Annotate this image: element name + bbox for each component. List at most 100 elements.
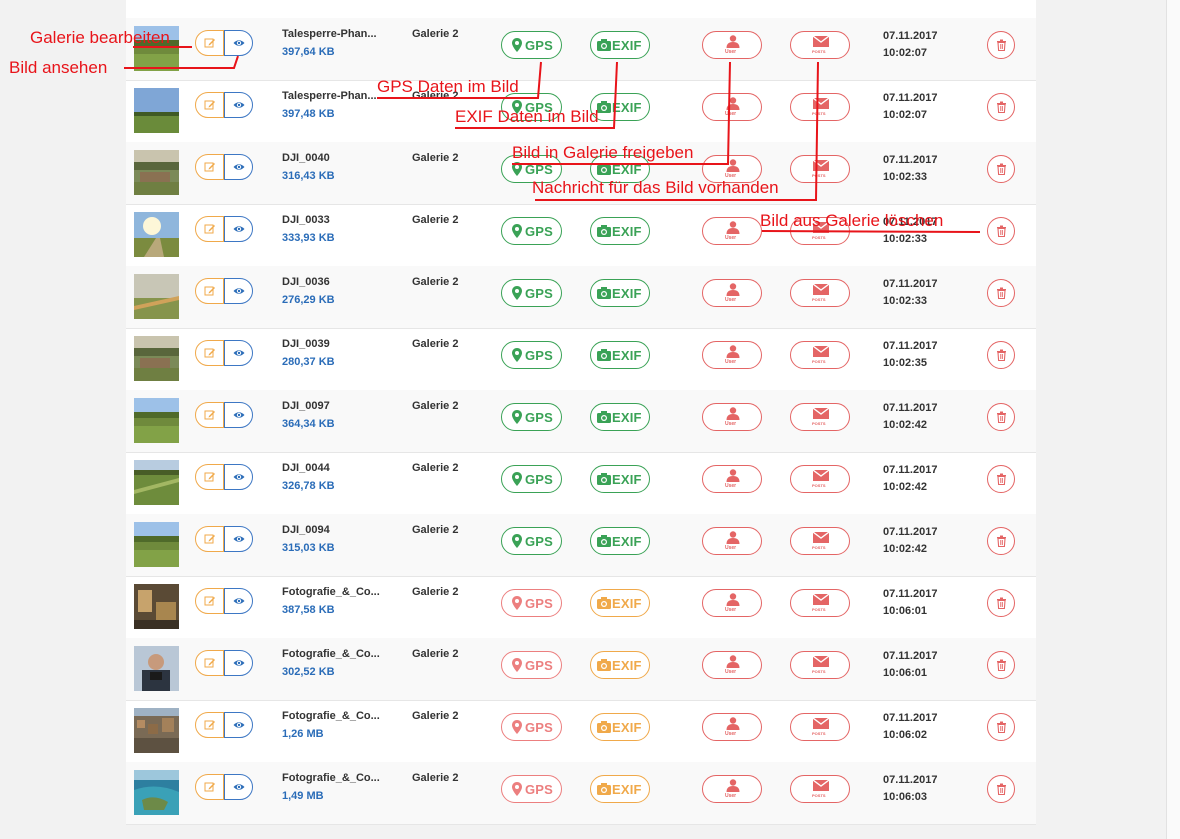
- share-user-button[interactable]: User: [702, 31, 762, 59]
- delete-button[interactable]: [987, 651, 1015, 679]
- exif-badge[interactable]: EXIF: [590, 217, 650, 245]
- share-user-button[interactable]: User: [702, 713, 762, 741]
- exif-badge[interactable]: EXIF: [590, 589, 650, 617]
- exif-badge[interactable]: EXIF: [590, 279, 650, 307]
- edit-gallery-button[interactable]: [195, 402, 224, 428]
- message-posts-button[interactable]: POSTS: [790, 155, 850, 183]
- view-image-button[interactable]: [224, 464, 253, 490]
- exif-badge[interactable]: EXIF: [590, 31, 650, 59]
- message-posts-button[interactable]: POSTS: [790, 465, 850, 493]
- gps-badge[interactable]: GPS: [501, 217, 562, 245]
- delete-button[interactable]: [987, 527, 1015, 555]
- delete-button[interactable]: [987, 403, 1015, 431]
- view-image-button[interactable]: [224, 216, 253, 242]
- upload-timestamp: 07.11.2017 10:02:33: [883, 276, 937, 310]
- gps-badge[interactable]: GPS: [501, 527, 562, 555]
- edit-gallery-button[interactable]: [195, 464, 224, 490]
- edit-gallery-button[interactable]: [195, 526, 224, 552]
- message-posts-button[interactable]: POSTS: [790, 589, 850, 617]
- edit-gallery-button[interactable]: [195, 154, 224, 180]
- edit-gallery-button[interactable]: [195, 588, 224, 614]
- share-user-button[interactable]: User: [702, 403, 762, 431]
- exif-badge[interactable]: EXIF: [590, 465, 650, 493]
- gps-badge[interactable]: GPS: [501, 589, 562, 617]
- exif-badge[interactable]: EXIF: [590, 93, 650, 121]
- image-thumbnail[interactable]: [134, 584, 179, 629]
- share-user-button[interactable]: User: [702, 527, 762, 555]
- gps-badge[interactable]: GPS: [501, 279, 562, 307]
- exif-badge[interactable]: EXIF: [590, 341, 650, 369]
- message-posts-button[interactable]: POSTS: [790, 93, 850, 121]
- view-image-button[interactable]: [224, 92, 253, 118]
- image-thumbnail[interactable]: [134, 770, 179, 815]
- gps-badge[interactable]: GPS: [501, 775, 562, 803]
- message-posts-button[interactable]: POSTS: [790, 713, 850, 741]
- exif-badge[interactable]: EXIF: [590, 713, 650, 741]
- share-user-button[interactable]: User: [702, 465, 762, 493]
- delete-button[interactable]: [987, 775, 1015, 803]
- message-posts-button[interactable]: POSTS: [790, 775, 850, 803]
- edit-gallery-button[interactable]: [195, 216, 224, 242]
- share-user-button[interactable]: User: [702, 279, 762, 307]
- delete-button[interactable]: [987, 465, 1015, 493]
- message-posts-button[interactable]: POSTS: [790, 279, 850, 307]
- delete-button[interactable]: [987, 31, 1015, 59]
- gps-badge[interactable]: GPS: [501, 465, 562, 493]
- image-thumbnail[interactable]: [134, 274, 179, 319]
- share-user-button[interactable]: User: [702, 651, 762, 679]
- message-posts-button[interactable]: POSTS: [790, 31, 850, 59]
- gps-badge[interactable]: GPS: [501, 713, 562, 741]
- gps-badge[interactable]: GPS: [501, 403, 562, 431]
- image-thumbnail[interactable]: [134, 522, 179, 567]
- view-image-button[interactable]: [224, 30, 253, 56]
- gps-badge[interactable]: GPS: [501, 31, 562, 59]
- image-thumbnail[interactable]: [134, 336, 179, 381]
- view-image-button[interactable]: [224, 340, 253, 366]
- edit-gallery-button[interactable]: [195, 30, 224, 56]
- exif-badge[interactable]: EXIF: [590, 775, 650, 803]
- share-user-button[interactable]: User: [702, 341, 762, 369]
- edit-gallery-button[interactable]: [195, 712, 224, 738]
- view-image-button[interactable]: [224, 774, 253, 800]
- image-thumbnail[interactable]: [134, 708, 179, 753]
- edit-gallery-button[interactable]: [195, 340, 224, 366]
- share-user-button[interactable]: User: [702, 589, 762, 617]
- scrollbar-track[interactable]: [1166, 0, 1180, 839]
- delete-button[interactable]: [987, 589, 1015, 617]
- share-user-button[interactable]: User: [702, 775, 762, 803]
- edit-gallery-button[interactable]: [195, 650, 224, 676]
- view-image-button[interactable]: [224, 402, 253, 428]
- image-thumbnail[interactable]: [134, 212, 179, 257]
- exif-badge[interactable]: EXIF: [590, 527, 650, 555]
- delete-button[interactable]: [987, 217, 1015, 245]
- image-thumbnail[interactable]: [134, 398, 179, 443]
- message-posts-button[interactable]: POSTS: [790, 651, 850, 679]
- edit-gallery-button[interactable]: [195, 278, 224, 304]
- image-thumbnail[interactable]: [134, 88, 179, 133]
- edit-gallery-button[interactable]: [195, 92, 224, 118]
- share-user-button[interactable]: User: [702, 93, 762, 121]
- delete-button[interactable]: [987, 93, 1015, 121]
- view-image-button[interactable]: [224, 588, 253, 614]
- delete-button[interactable]: [987, 155, 1015, 183]
- view-image-button[interactable]: [224, 526, 253, 552]
- view-image-button[interactable]: [224, 712, 253, 738]
- message-posts-button[interactable]: POSTS: [790, 527, 850, 555]
- gps-badge[interactable]: GPS: [501, 341, 562, 369]
- message-posts-button[interactable]: POSTS: [790, 403, 850, 431]
- view-image-button[interactable]: [224, 154, 253, 180]
- view-image-button[interactable]: [224, 650, 253, 676]
- exif-badge[interactable]: EXIF: [590, 403, 650, 431]
- share-user-button[interactable]: User: [702, 217, 762, 245]
- image-thumbnail[interactable]: [134, 460, 179, 505]
- delete-button[interactable]: [987, 279, 1015, 307]
- view-image-button[interactable]: [224, 278, 253, 304]
- image-thumbnail[interactable]: [134, 646, 179, 691]
- image-thumbnail[interactable]: [134, 150, 179, 195]
- message-posts-button[interactable]: POSTS: [790, 341, 850, 369]
- delete-button[interactable]: [987, 341, 1015, 369]
- gps-badge[interactable]: GPS: [501, 651, 562, 679]
- edit-gallery-button[interactable]: [195, 774, 224, 800]
- delete-button[interactable]: [987, 713, 1015, 741]
- exif-badge[interactable]: EXIF: [590, 651, 650, 679]
